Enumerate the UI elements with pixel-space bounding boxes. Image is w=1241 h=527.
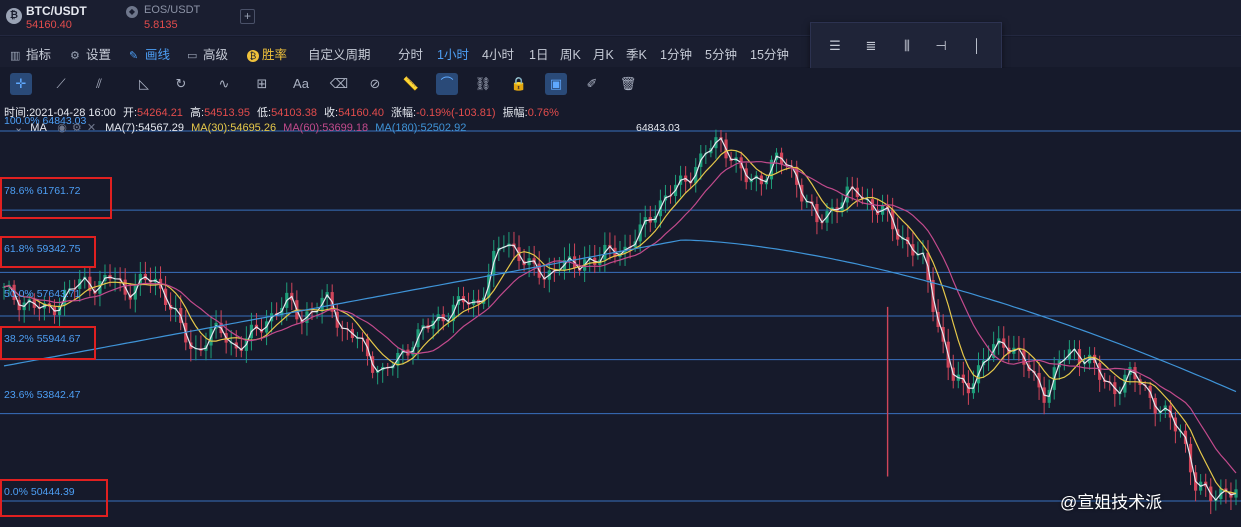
cycle-icon[interactable]: ↻ (170, 73, 192, 95)
close-value: 54160.40 (338, 107, 384, 119)
change-label: 涨幅: (391, 107, 417, 119)
fib-level-label: 23.6% 53842.47 (4, 389, 81, 401)
ruler-icon[interactable]: 📏 (400, 73, 422, 95)
high-value: 54513.95 (204, 107, 250, 119)
interval-5min[interactable]: 5分钟 (705, 44, 737, 63)
eraser-icon[interactable]: ⌫ (328, 73, 350, 95)
amplitude-label: 振幅: (502, 107, 528, 119)
interval-1min[interactable]: 1分钟 (660, 44, 692, 63)
interval-1w[interactable]: 周K (560, 44, 581, 63)
low-label: 低: (257, 107, 272, 119)
settings-label: 设置 (86, 48, 112, 62)
collapse-icon[interactable]: ⌄ (14, 122, 23, 134)
change-value: -0.19%(-103.81) (416, 107, 496, 119)
bookmark-icon[interactable]: ▣ (545, 73, 567, 95)
price-chart[interactable] (0, 100, 1241, 527)
low-value: 54103.38 (271, 107, 317, 119)
gear-icon: ⚙ (70, 50, 80, 62)
btc-logo-icon: ₿ (6, 8, 22, 24)
indicator-button[interactable]: ▥ 指标 (10, 44, 51, 63)
custom-period-label: 自定义周期 (308, 48, 371, 62)
interval-15min[interactable]: 15分钟 (750, 44, 789, 63)
symbol-price: 5.8135 (144, 19, 178, 31)
highlight-box (0, 236, 96, 268)
ma180-value: MA(180):52502.92 (375, 122, 467, 134)
symbol-name: BTC/USDT (26, 4, 87, 18)
time-value: 2021-04-28 16:00 (29, 107, 116, 119)
advanced-label: 高级 (203, 48, 229, 62)
measure-icon[interactable]: ⊞ (251, 73, 273, 95)
highlight-box (0, 479, 108, 517)
interval-timeline[interactable]: 分时 (398, 44, 423, 63)
open-value: 54264.21 (137, 107, 183, 119)
amplitude-value: 0.76% (527, 107, 559, 119)
custom-period-button[interactable]: 自定义周期 (308, 44, 371, 63)
vertical-line-icon[interactable]: │ (967, 38, 987, 56)
lock-icon[interactable]: 🔒 (508, 73, 530, 95)
ma60-line (3, 161, 1237, 474)
high-label: 高: (190, 107, 205, 119)
eye-icon[interactable]: ◉ (57, 122, 67, 134)
symbol-tab-btc[interactable]: ₿ BTC/USDT 54160.40 (0, 2, 120, 34)
time-label: 时间: (4, 107, 30, 119)
ma-legend: ⌄ MA ◉ ⚙ ✕ MA(7):54567.29 MA(30):54695.2… (0, 121, 466, 134)
settings-button[interactable]: ⚙ 设置 (70, 44, 111, 63)
ma60-value: MA(60):53699.18 (283, 122, 369, 134)
drawing-toolbar: ✛ ⟋ ⫽ ◺ ↻ ∿ ⊞ Aa ⌫ ⊘ 📏 ⌒ ⛓ 🔒 ▣ ✐ 🗑 (0, 68, 1241, 100)
highlight-box (0, 177, 112, 219)
symbol-name: EOS/USDT (144, 4, 201, 16)
indicator-icon: ▥ (10, 50, 21, 62)
interval-1h[interactable]: 1小时 (437, 44, 469, 63)
interval-1mo[interactable]: 月K (593, 44, 614, 63)
peak-price-label: 64843.03 (636, 122, 680, 134)
horizontal-ray-icon[interactable]: ⊣ (931, 38, 951, 56)
fib-level-label: 50.0% 57643.71 (4, 288, 81, 300)
ma7-value: MA(7):54567.29 (105, 122, 185, 134)
symbol-tab-eos[interactable]: ◆ EOS/USDT 5.8135 (118, 2, 228, 34)
trend-line-icon[interactable]: ⟋ (50, 73, 72, 95)
watermark: @宣姐技术派 (1060, 493, 1163, 512)
horizontal-lines-icon[interactable]: ≣ (861, 38, 881, 56)
advanced-button[interactable]: ▭ 高级 (187, 44, 228, 63)
interval-1d[interactable]: 1日 (529, 44, 548, 63)
trading-app: ₿ BTC/USDT 54160.40 ◆ EOS/USDT 5.8135 + … (0, 0, 1241, 527)
price-bars-icon[interactable]: ⫼ (897, 38, 917, 56)
pencil-icon: ✎ (129, 50, 139, 62)
close-label: 收: (324, 107, 339, 119)
ma-label: MA (30, 122, 47, 134)
magnet-icon[interactable]: ⌒ (436, 73, 458, 95)
crosshair-icon[interactable]: ✛ (10, 73, 32, 95)
link-icon[interactable]: ⛓ (472, 73, 494, 95)
eos-logo-icon: ◆ (126, 6, 138, 18)
win-rate-button[interactable]: ₿ 胜率 (247, 44, 287, 63)
draw-label: 画线 (145, 48, 171, 62)
interval-4h[interactable]: 4小时 (482, 44, 514, 63)
open-label: 开: (122, 107, 138, 119)
menu-toolbar: ▥ 指标 ⚙ 设置 ✎ 画线 ▭ 高级 ₿ 胜率 自定义周期 分时 1小时 4小时 1日 … (0, 37, 1241, 95)
ohlc-info-line: 时间:2021-04-28 16:00 开:54264.21 高:54513.9… (4, 104, 559, 120)
edit-icon[interactable]: ✐ (581, 73, 603, 95)
channel-icon[interactable]: ⫽ (88, 73, 110, 95)
parallel-lines-icon[interactable]: ☰ (825, 38, 845, 56)
ma-settings-icon[interactable]: ⚙ (72, 122, 82, 134)
ma30-line (3, 149, 1237, 494)
triangle-icon[interactable]: ◺ (133, 73, 155, 95)
hide-icon[interactable]: ⊘ (364, 73, 386, 95)
ma30-value: MA(30):54695.26 (191, 122, 277, 134)
trash-icon[interactable]: 🗑 (617, 73, 639, 95)
coin-icon: ₿ (247, 50, 259, 62)
symbol-price: 54160.40 (26, 19, 72, 31)
line-type-popup: ☰ ≣ ⫼ ⊣ │ (810, 22, 1002, 70)
indicator-label: 指标 (26, 48, 52, 62)
win-rate-label: 胜率 (262, 48, 288, 62)
symbol-tab-bar: ₿ BTC/USDT 54160.40 ◆ EOS/USDT 5.8135 + (0, 0, 1241, 36)
text-icon[interactable]: Aa (290, 73, 312, 95)
folder-icon: ▭ (187, 50, 198, 62)
highlight-box (0, 326, 96, 360)
interval-quarter[interactable]: 季K (626, 44, 647, 63)
add-tab-button[interactable]: + (240, 9, 255, 24)
close-icon[interactable]: ✕ (87, 122, 96, 134)
draw-button[interactable]: ✎ 画线 (129, 44, 170, 63)
wave-icon[interactable]: ∿ (213, 73, 235, 95)
